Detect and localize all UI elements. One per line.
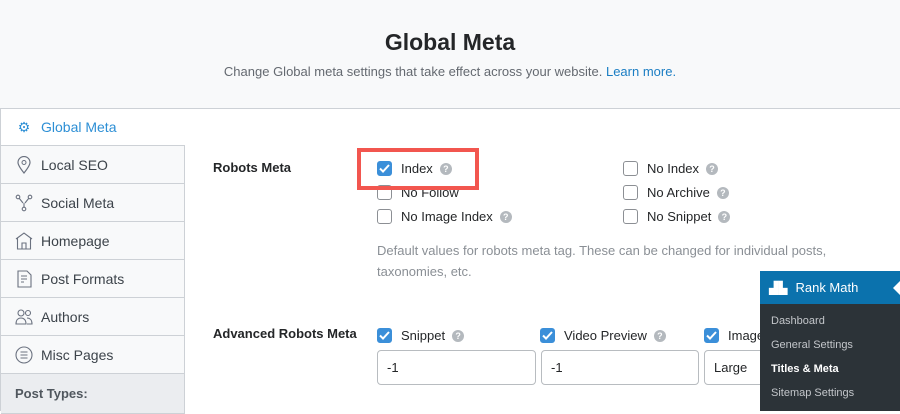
gear-icon: ⚙ (17, 118, 31, 135)
help-icon[interactable]: ? (653, 329, 666, 342)
list-circle-icon (15, 345, 33, 364)
checkbox-snippet[interactable]: Snippet? (377, 328, 465, 343)
page-title: Global Meta (384, 29, 516, 55)
sidebar-item-authors[interactable]: Authors (1, 298, 185, 336)
sidebar-item-local-seo[interactable]: Local SEO (1, 146, 185, 184)
help-icon[interactable]: ? (716, 186, 729, 199)
home-icon (15, 231, 33, 250)
checkbox-no-snippet[interactable]: No Snippet? (623, 209, 731, 224)
users-icon (15, 308, 33, 326)
post-types-heading: Post Types: (1, 374, 185, 414)
menu-item-titles-meta[interactable]: Titles & Meta (771, 363, 839, 375)
advanced-robots-meta-label: Advanced Robots Meta (213, 326, 357, 341)
checkbox-box[interactable] (623, 209, 638, 224)
checkbox-no-index[interactable]: No Index? (623, 161, 719, 176)
checkbox-no-archive[interactable]: No Archive? (623, 185, 729, 200)
location-pin-icon (15, 155, 33, 174)
settings-sidebar: ⚙ Global Meta Local SEO Social Meta Homep… (0, 109, 185, 414)
menu-item-dashboard[interactable]: Dashboard (771, 315, 825, 327)
sidebar-item-social-meta[interactable]: Social Meta (1, 184, 185, 222)
rank-math-admin-menu: ▟▙ Rank Math Dashboard General Settings T… (760, 271, 900, 411)
help-icon[interactable]: ? (718, 210, 731, 223)
highlight-box (357, 148, 479, 190)
video-preview-length-input[interactable]: -1 (541, 350, 699, 385)
sidebar-item-homepage[interactable]: Homepage (1, 222, 185, 260)
page-header: Global Meta Change Global meta settings … (0, 0, 900, 109)
checkbox-box[interactable] (623, 185, 638, 200)
checkbox-image[interactable]: Image (704, 328, 764, 343)
checkbox-checked-icon[interactable] (377, 328, 392, 343)
checkbox-checked-icon[interactable] (540, 328, 555, 343)
menu-item-general-settings[interactable]: General Settings (771, 339, 853, 351)
checkbox-box[interactable] (623, 161, 638, 176)
help-icon[interactable]: ? (499, 210, 512, 223)
checkbox-video-preview[interactable]: Video Preview? (540, 328, 666, 343)
sidebar-item-global-meta[interactable]: ⚙ Global Meta (1, 109, 185, 146)
checkbox-checked-icon[interactable] (704, 328, 719, 343)
menu-item-sitemap-settings[interactable]: Sitemap Settings (771, 387, 854, 399)
sidebar-item-misc-pages[interactable]: Misc Pages (1, 336, 185, 374)
checkbox-box[interactable] (377, 209, 392, 224)
help-icon[interactable]: ? (706, 162, 719, 175)
snippet-length-input[interactable]: -1 (377, 350, 536, 385)
rank-math-logo-icon: ▟▙ (769, 280, 788, 295)
rank-math-menu-header[interactable]: ▟▙ Rank Math (760, 271, 900, 304)
share-nodes-icon (15, 194, 33, 212)
learn-more-link[interactable]: Learn more. (606, 64, 676, 79)
sidebar-item-post-formats[interactable]: Post Formats (1, 260, 185, 298)
robots-meta-label: Robots Meta (213, 160, 291, 175)
document-icon (15, 269, 33, 288)
help-icon[interactable]: ? (452, 329, 465, 342)
page-subtitle: Change Global meta settings that take ef… (223, 64, 677, 79)
checkbox-no-image-index[interactable]: No Image Index? (377, 209, 512, 224)
